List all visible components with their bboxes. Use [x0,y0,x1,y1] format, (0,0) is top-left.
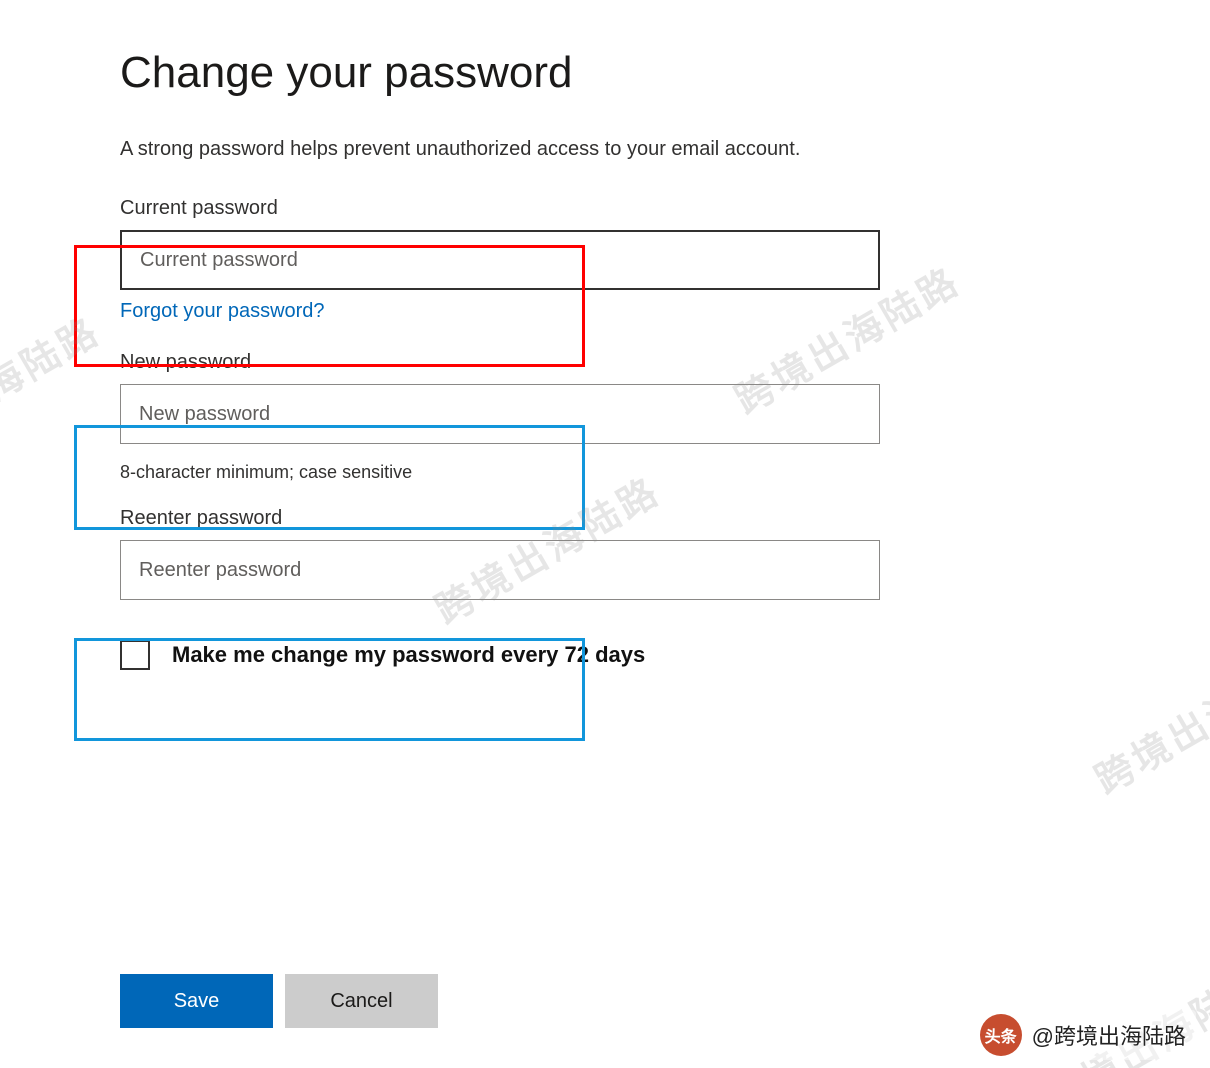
change-every-72-days-row[interactable]: Make me change my password every 72 days [120,640,1090,670]
new-password-hint: 8-character minimum; case sensitive [120,462,1090,483]
reenter-password-label: Reenter password [120,507,1090,530]
source-caption: 头条 @跨境出海陆路 [970,1010,1196,1060]
current-password-input[interactable] [120,230,880,290]
current-password-group: Current password Forgot your password? [120,197,1090,323]
reenter-password-group: Reenter password [120,507,1090,600]
new-password-input[interactable] [120,384,880,444]
action-buttons: Save Cancel [120,974,438,1028]
page-title: Change your password [120,48,1090,98]
forgot-password-link[interactable]: Forgot your password? [120,300,325,323]
watermark-text: 跨境出海陆路 [1083,631,1210,805]
change-every-72-days-label: Make me change my password every 72 days [172,642,645,668]
save-button[interactable]: Save [120,974,273,1028]
source-avatar-icon: 头条 [980,1014,1022,1056]
new-password-group: New password 8-character minimum; case s… [120,351,1090,483]
watermark-text: 跨境出海陆路 [0,301,109,475]
page-description: A strong password helps prevent unauthor… [120,138,1090,161]
cancel-button[interactable]: Cancel [285,974,438,1028]
source-author: @跨境出海陆路 [1032,1019,1186,1051]
checkbox-icon[interactable] [120,640,150,670]
current-password-label: Current password [120,197,1090,220]
new-password-label: New password [120,351,1090,374]
reenter-password-input[interactable] [120,540,880,600]
